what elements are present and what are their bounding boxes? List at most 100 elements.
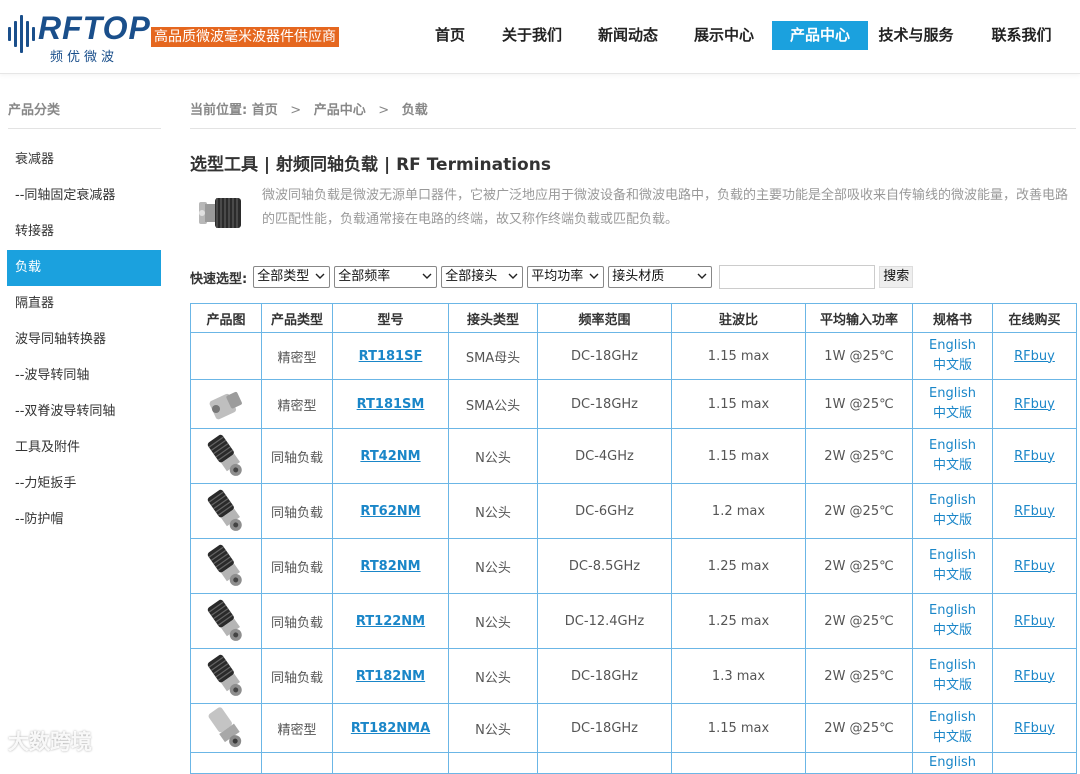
datasheet-chinese-link[interactable]: 中文版 [913,621,992,641]
rfbuy-link[interactable]: RFbuy [1014,614,1055,629]
datasheet-english-link[interactable]: English [913,436,992,456]
sma-male-termination-icon [209,391,242,420]
datasheet-chinese-link[interactable]: 中文版 [913,566,992,586]
nav-item-contact[interactable]: 联系我们 [964,21,1079,50]
col-header-vswr: 驻波比 [671,303,806,333]
model-link[interactable]: RT122NM [356,614,425,629]
sidebar-item-double-ridge-waveguide-to-coax[interactable]: --双脊波导转同轴 [7,394,161,430]
datasheet-english-link[interactable]: English [913,336,992,356]
nav-item-tech-service[interactable]: 技术与服务 [868,21,964,50]
chevron-down-icon [508,273,518,279]
cell-buy: RFbuy [992,648,1077,704]
datasheet-english-link[interactable]: English [913,708,992,728]
connector-material-select[interactable]: 接头材质 [608,266,713,288]
power-select[interactable]: 平均功率 [527,266,605,288]
connector-select[interactable]: 全部接头 [441,266,524,288]
cell-datasheet: English [912,752,993,774]
sidebar-item-torque-wrench[interactable]: --力矩扳手 [7,466,161,502]
rfbuy-link[interactable]: RFbuy [1014,721,1055,736]
cell-vswr: 1.15 max [671,703,806,753]
table-row: 精密型 RT181SM SMA公头 DC-18GHz 1.15 max 1W @25℃ En… [190,379,1077,429]
nav-item-news[interactable]: 新闻动态 [580,21,676,50]
nav-item-home[interactable]: 首页 [416,21,484,50]
sidebar-item-adapter[interactable]: 转接器 [7,214,161,250]
rfbuy-link[interactable]: RFbuy [1014,349,1055,364]
intro-description: 微波同轴负载是微波无源单口器件，它被广泛地应用于微波设备和微波电路中，负载的主要… [262,188,1069,227]
site-logo[interactable]: RFTOP 频优微波 [8,10,150,65]
cell-power: 2W @25℃ [805,593,913,649]
chevron-down-icon [315,273,325,279]
datasheet-english-link[interactable]: English [913,384,992,404]
rfbuy-link[interactable]: RFbuy [1014,504,1055,519]
breadcrumb-prefix: 当前位置: [190,103,248,118]
cell-buy: RFbuy [992,538,1077,594]
cell-connector: N公头 [448,703,538,753]
cell-model [332,752,449,774]
page-title: 选型工具 | 射频同轴负载 | RF Terminations [190,155,551,175]
sidebar-item-tools-accessories[interactable]: 工具及附件 [7,430,161,466]
model-link[interactable]: RT62NM [360,504,420,519]
breadcrumb-item-products[interactable]: 产品中心 [314,103,366,118]
cell-model: RT181SM [332,379,449,429]
sidebar-item-coaxial-fixed-attenuator[interactable]: --同轴固定衰减器 [7,178,161,214]
cell-frequency: DC-12.4GHz [537,593,672,649]
nav-item-showcase[interactable]: 展示中心 [676,21,772,50]
cell-model: RT62NM [332,483,449,539]
cell-buy: RFbuy [992,379,1077,429]
sidebar-category-list: 衰减器 --同轴固定衰减器 转接器 负载 隔直器 波导同轴转换器 --波导转同轴… [7,142,161,538]
model-link[interactable]: RT182NMA [351,721,430,736]
cell-connector: SMA母头 [448,332,538,380]
cell-frequency: DC-4GHz [537,428,672,484]
datasheet-english-link[interactable]: English [913,601,992,621]
rfbuy-link[interactable]: RFbuy [1014,397,1055,412]
model-link[interactable]: RT42NM [360,449,420,464]
sidebar-item-waveguide-coax-adapter[interactable]: 波导同轴转换器 [7,322,161,358]
frequency-select[interactable]: 全部频率 [334,266,438,288]
n-male-termination-icon [207,654,242,696]
model-link[interactable]: RT182NM [356,669,425,684]
cell-type [261,752,333,774]
datasheet-chinese-link[interactable]: 中文版 [913,728,992,748]
sidebar-item-protective-cap[interactable]: --防护帽 [7,502,161,538]
precision-n-termination-icon [208,707,242,748]
rfbuy-link[interactable]: RFbuy [1014,669,1055,684]
cell-type: 同轴负载 [261,593,333,649]
sidebar-item-attenuator[interactable]: 衰减器 [7,142,161,178]
col-header-model: 型号 [332,303,449,333]
datasheet-english-link[interactable]: English [913,656,992,676]
datasheet-chinese-link[interactable]: 中文版 [913,456,992,476]
breadcrumb-separator: > [290,103,302,118]
search-input[interactable] [719,265,876,289]
cell-connector: N公头 [448,428,538,484]
nav-item-products[interactable]: 产品中心 [772,21,868,50]
col-header-connector: 接头类型 [448,303,538,333]
rfbuy-link[interactable]: RFbuy [1014,449,1055,464]
sidebar-item-dc-block[interactable]: 隔直器 [7,286,161,322]
breadcrumb-item-home[interactable]: 首页 [252,103,278,118]
model-link[interactable]: RT181SF [359,349,423,364]
cell-model: RT182NMA [332,703,449,753]
cell-datasheet: English 中文版 [912,593,993,649]
model-link[interactable]: RT181SM [357,397,425,412]
chevron-down-icon [697,273,707,279]
datasheet-english-link[interactable]: English [913,753,992,773]
datasheet-english-link[interactable]: English [913,491,992,511]
datasheet-english-link[interactable]: English [913,546,992,566]
model-link[interactable]: RT82NM [360,559,420,574]
cell-vswr: 1.25 max [671,538,806,594]
search-button[interactable]: 搜索 [879,266,914,288]
type-select[interactable]: 全部类型 [253,266,331,288]
nav-item-about[interactable]: 关于我们 [484,21,580,50]
sidebar-item-termination[interactable]: 负载 [7,250,161,286]
datasheet-chinese-link[interactable]: 中文版 [913,356,992,376]
logo-subtitle: 频优微波 [50,50,119,65]
product-table: 产品图 产品类型 型号 接头类型 频率范围 驻波比 平均输入功率 规格书 在线购… [190,303,1077,774]
sidebar-item-waveguide-to-coax[interactable]: --波导转同轴 [7,358,161,394]
datasheet-chinese-link[interactable]: 中文版 [913,511,992,531]
table-row: 同轴负载 RT62NM N公头 DC-6GHz 1.2 max 2W @25℃ Englis… [190,483,1077,539]
rfbuy-link[interactable]: RFbuy [1014,559,1055,574]
breadcrumb-item-termination[interactable]: 负载 [402,103,428,118]
datasheet-chinese-link[interactable]: 中文版 [913,676,992,696]
cell-frequency: DC-18GHz [537,332,672,380]
datasheet-chinese-link[interactable]: 中文版 [913,404,992,424]
